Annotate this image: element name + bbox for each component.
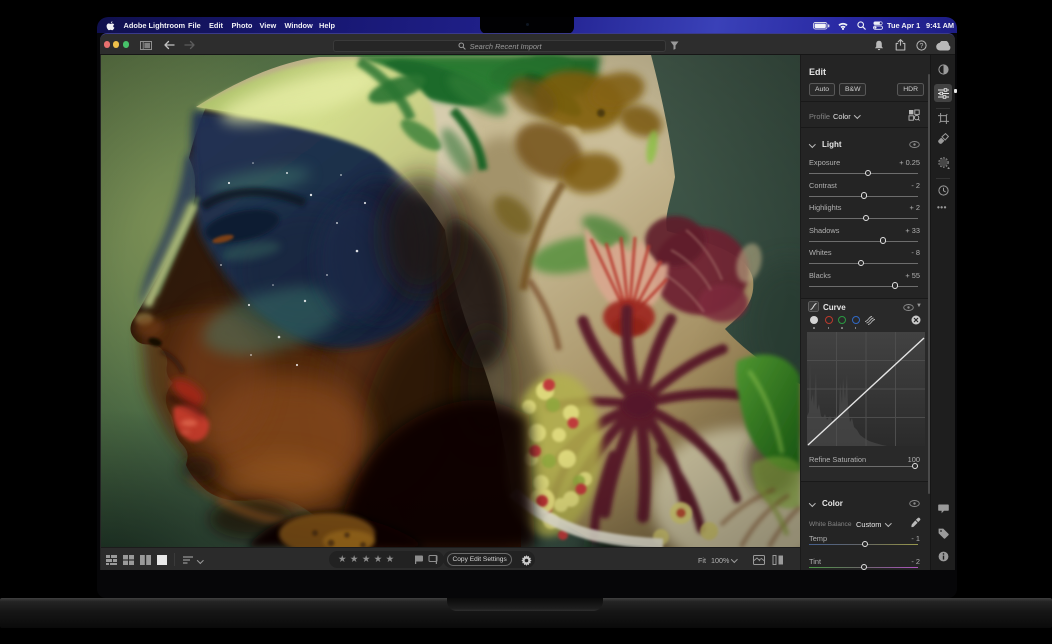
svg-text:?: ? <box>919 43 923 50</box>
